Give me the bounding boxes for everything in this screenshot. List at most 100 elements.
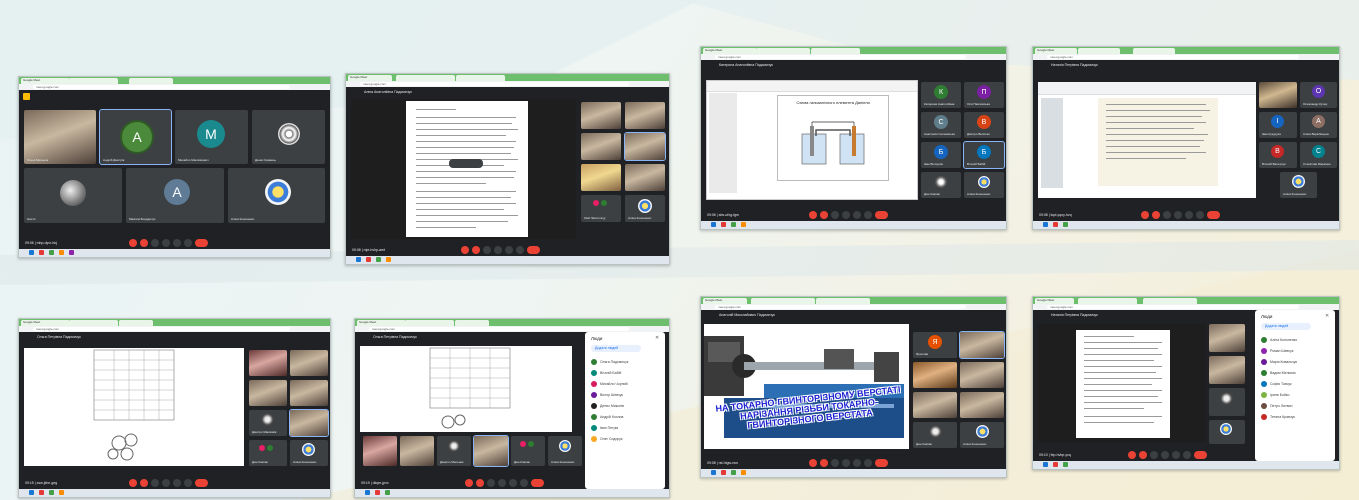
participant-tile[interactable]: [959, 331, 1005, 359]
app-icon[interactable]: [721, 470, 726, 475]
start-icon[interactable]: [356, 257, 361, 262]
participant-tile[interactable]: Аліна Кононенко: [290, 440, 328, 466]
participant-tile[interactable]: [625, 102, 665, 129]
leave-call-button[interactable]: [527, 245, 540, 254]
participant-tile[interactable]: [581, 102, 621, 129]
chrome-icon[interactable]: [49, 490, 54, 495]
more-options-button[interactable]: [1183, 450, 1191, 459]
leave-call-button[interactable]: [875, 210, 888, 219]
participant-tile[interactable]: В Віталій Валерчук: [1259, 142, 1297, 168]
participant-tile[interactable]: А Аліна Вержбицька: [1300, 112, 1337, 138]
participant-tile[interactable]: M Михайло Максимович: [175, 110, 248, 164]
camera-button[interactable]: [472, 245, 480, 254]
participant-tile[interactable]: Дан Ковпак: [249, 440, 287, 466]
participant-tile[interactable]: Дмитро Максимів: [249, 410, 287, 436]
more-options-button[interactable]: [184, 478, 192, 487]
participant-tile[interactable]: [289, 409, 329, 437]
participant-tile[interactable]: С Станіслав Марієнко: [1300, 142, 1337, 168]
people-list-item[interactable]: Тетяна Кравчук: [1261, 413, 1329, 421]
participant-tile[interactable]: [581, 164, 621, 191]
mic-button[interactable]: [465, 478, 473, 487]
people-list-item[interactable]: Софія Ткачук: [1261, 380, 1329, 388]
present-button[interactable]: [173, 478, 181, 487]
participant-tile[interactable]: П Оля Павловська: [964, 82, 1004, 108]
people-list-item[interactable]: Ірина Бойко: [1261, 391, 1329, 399]
participant-tile[interactable]: Аліна Кононенко: [548, 436, 582, 466]
people-list-item[interactable]: Вадим Мельник: [1261, 369, 1329, 377]
participant-tile[interactable]: A Максим Бондарчук: [126, 168, 224, 223]
people-list-item[interactable]: Іван Петрів: [591, 424, 659, 432]
app-icon[interactable]: [375, 490, 380, 495]
participant-tile[interactable]: [913, 362, 957, 388]
participant-tile[interactable]: Oleh Skoromnyj: [581, 195, 621, 222]
leave-call-button[interactable]: [1207, 210, 1220, 219]
raise-hand-button[interactable]: [842, 210, 850, 219]
participant-tile[interactable]: [363, 436, 397, 466]
captions-button[interactable]: [487, 478, 495, 487]
start-icon[interactable]: [1043, 462, 1048, 467]
people-list-item[interactable]: Ольга Падсмичук: [591, 358, 659, 366]
more-options-button[interactable]: [184, 238, 192, 247]
participant-tile[interactable]: [1209, 324, 1245, 352]
app-icon[interactable]: [366, 257, 371, 262]
people-list-item[interactable]: Андрій Козлов: [591, 413, 659, 421]
app-icon[interactable]: [741, 470, 746, 475]
participant-tile[interactable]: [1209, 356, 1245, 384]
participant-tile[interactable]: Я Ярослав: [913, 332, 957, 358]
leave-call-button[interactable]: [875, 458, 888, 467]
participant-tile[interactable]: Дан Ковпак: [913, 422, 957, 448]
app-icon[interactable]: [59, 250, 64, 255]
start-icon[interactable]: [29, 490, 34, 495]
app-icon[interactable]: [69, 250, 74, 255]
more-options-button[interactable]: [520, 478, 528, 487]
leave-call-button[interactable]: [195, 478, 208, 487]
mic-button[interactable]: [461, 245, 469, 254]
start-icon[interactable]: [711, 470, 716, 475]
camera-button[interactable]: [820, 458, 828, 467]
app-icon[interactable]: [386, 257, 391, 262]
camera-button[interactable]: [1152, 210, 1160, 219]
participant-tile[interactable]: Настя: [24, 168, 122, 223]
zoom-controls[interactable]: [449, 159, 483, 168]
mic-button[interactable]: [809, 458, 817, 467]
participant-tile[interactable]: [960, 392, 1004, 418]
more-options-button[interactable]: [516, 245, 524, 254]
participant-tile[interactable]: С Анастасія Сосновська: [921, 112, 961, 138]
captions-button[interactable]: [1163, 210, 1171, 219]
participant-tile[interactable]: [290, 380, 328, 406]
raise-hand-button[interactable]: [498, 478, 506, 487]
app-icon[interactable]: [1053, 222, 1058, 227]
add-people-button[interactable]: Додати людей: [1261, 323, 1311, 330]
captions-button[interactable]: [483, 245, 491, 254]
people-list-item[interactable]: Олег Сидорук: [591, 435, 659, 443]
mic-button[interactable]: [129, 238, 137, 247]
app-icon[interactable]: [39, 490, 44, 495]
camera-button[interactable]: [140, 478, 148, 487]
mic-button[interactable]: [1128, 450, 1136, 459]
start-icon[interactable]: [1043, 222, 1048, 227]
raise-hand-button[interactable]: [842, 458, 850, 467]
raise-hand-button[interactable]: [162, 478, 170, 487]
people-list-item[interactable]: Петро Литвин: [1261, 402, 1329, 410]
more-options-button[interactable]: [864, 458, 872, 467]
participant-tile[interactable]: [290, 350, 328, 376]
participant-tile[interactable]: Аліна Кононенко: [960, 422, 1004, 448]
close-icon[interactable]: ✕: [655, 335, 659, 341]
participant-tile[interactable]: [913, 392, 957, 418]
participant-tile[interactable]: Б Віталій Бабій: [963, 141, 1005, 169]
captions-button[interactable]: [151, 478, 159, 487]
add-people-button[interactable]: Додати людей: [591, 345, 641, 352]
participant-tile[interactable]: [1259, 82, 1297, 108]
more-options-button[interactable]: [864, 210, 872, 219]
start-icon[interactable]: [365, 490, 370, 495]
start-icon[interactable]: [29, 250, 34, 255]
participant-tile[interactable]: В Дмитро Величко: [964, 112, 1004, 138]
camera-button[interactable]: [820, 210, 828, 219]
participant-tile[interactable]: Аліна Кононенко: [964, 172, 1004, 198]
participant-tile[interactable]: І Іван Кукуруза: [1259, 112, 1297, 138]
chrome-icon[interactable]: [731, 470, 736, 475]
present-button[interactable]: [509, 478, 517, 487]
participant-tile[interactable]: Ольга Мельник: [24, 110, 96, 164]
mic-button[interactable]: [129, 478, 137, 487]
leave-call-button[interactable]: [1194, 450, 1207, 459]
